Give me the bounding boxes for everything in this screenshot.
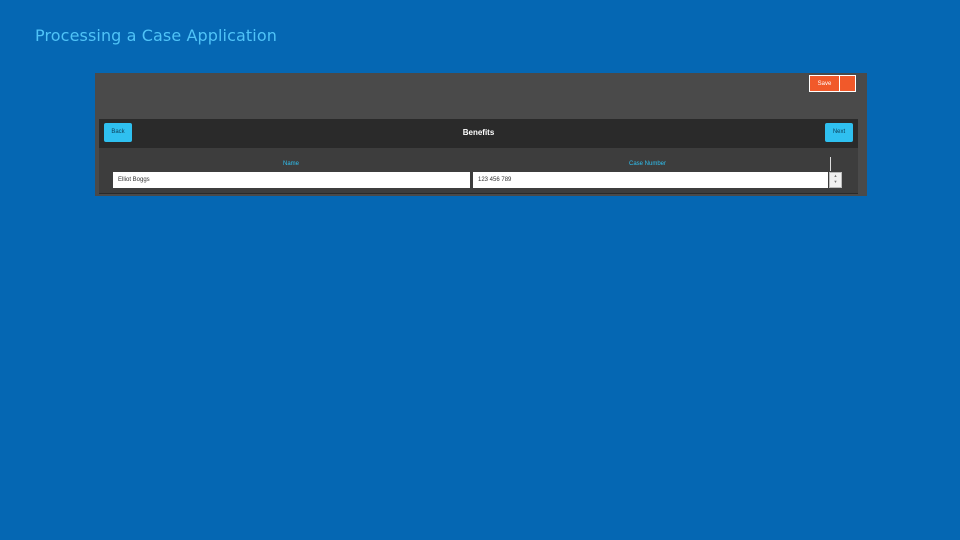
column-header-case-number[interactable]: Case Number — [629, 161, 666, 167]
slide-title: Processing a Case Application — [35, 26, 277, 45]
chevron-down-icon[interactable]: ▼ — [830, 179, 841, 185]
next-button[interactable]: Next — [825, 123, 853, 142]
navigation-bar: Back Benefits Next — [99, 119, 858, 148]
save-dropdown-toggle[interactable] — [840, 75, 856, 92]
column-header-name[interactable]: Name — [283, 161, 299, 167]
page-title: Benefits — [462, 128, 495, 137]
data-grid: Name Case Number Elliot Boggs 123 456 78… — [99, 148, 858, 193]
name-cell[interactable]: Elliot Boggs — [113, 172, 470, 188]
save-button[interactable]: Save — [809, 75, 840, 92]
row-stepper[interactable]: ▲ ▼ — [829, 172, 842, 188]
grid-bottom-border — [99, 193, 858, 194]
app-window: Save Back Benefits Next Name Case Number… — [95, 73, 867, 196]
column-divider — [830, 157, 831, 171]
case-number-cell[interactable]: 123 456 789 — [473, 172, 828, 188]
